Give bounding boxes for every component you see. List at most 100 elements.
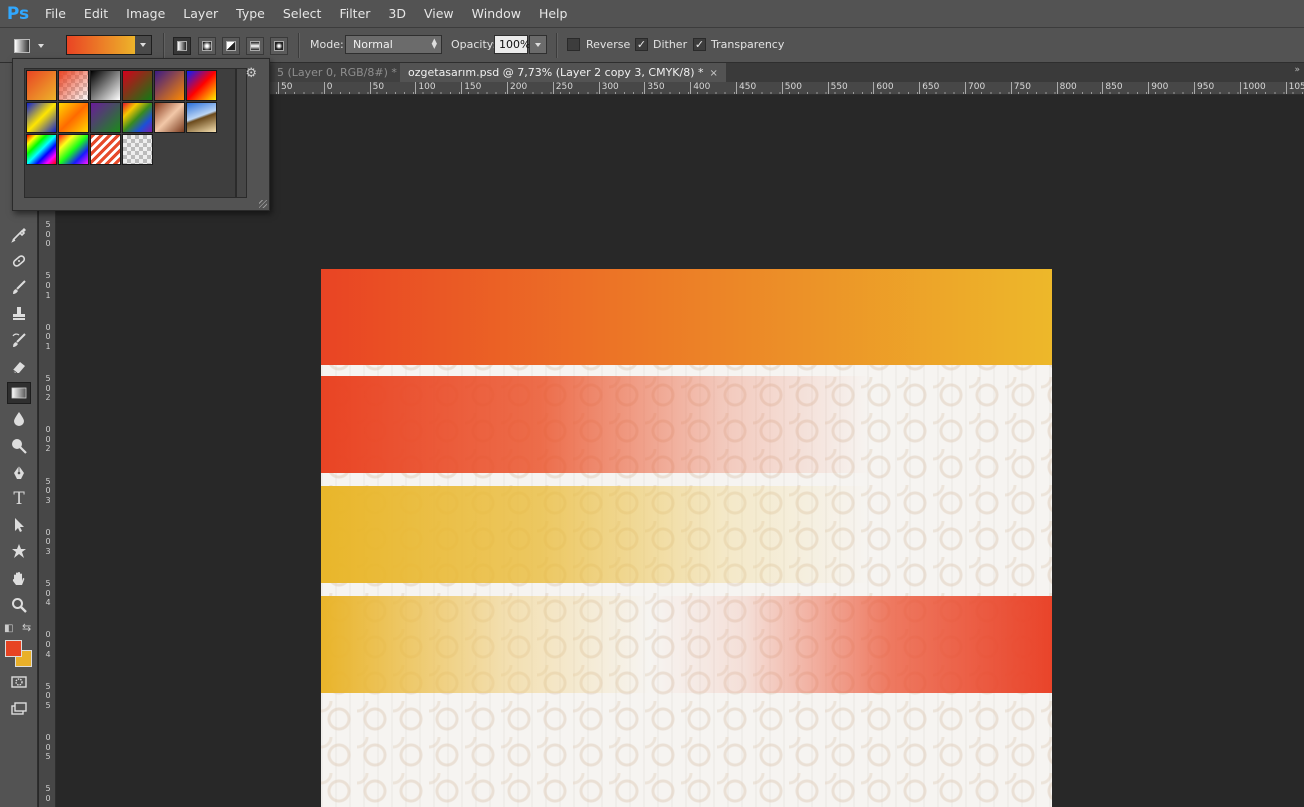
tab-document-1[interactable]: 5 (Layer 0, RGB/8#) *×: [269, 63, 420, 82]
ruler-tick-label: 5: [45, 784, 51, 794]
ruler-tick-label: 1000: [1239, 82, 1266, 94]
linear-gradient-button[interactable]: [173, 37, 191, 55]
chevron-down-icon: [535, 42, 541, 47]
menu-bar: Ps File Edit Image Layer Type Select Fil…: [0, 0, 1304, 28]
tab-label: 5 (Layer 0, RGB/8#) *: [277, 66, 397, 79]
ruler-tick-label: 0: [45, 229, 51, 239]
radial-gradient-button[interactable]: [198, 37, 216, 55]
history-brush-tool-icon: [12, 333, 26, 347]
menu-edit[interactable]: Edit: [75, 0, 117, 28]
ruler-tick-label: 600: [873, 82, 894, 94]
gradient-picker[interactable]: [66, 35, 152, 55]
dither-checkbox[interactable]: ✓: [635, 38, 648, 51]
foreground-color-swatch[interactable]: [5, 640, 22, 657]
gradient-preset-transparent-spectrum[interactable]: [58, 134, 89, 165]
ruler-tick-label: 150: [461, 82, 481, 94]
type-tool-icon: T: [13, 489, 25, 509]
screen-mode-icon: [11, 702, 27, 715]
ruler-tick-label: 2: [45, 444, 51, 454]
dodge-tool[interactable]: [7, 435, 31, 457]
gradient-preset-yellow-orange-yellow[interactable]: [58, 102, 89, 133]
current-gradient-swatch[interactable]: [67, 36, 135, 54]
default-colors-icon[interactable]: ◧: [4, 623, 13, 634]
gradient-preset-black-white[interactable]: [90, 70, 121, 101]
ruler-tick-label: 0: [45, 239, 51, 249]
gear-icon[interactable]: ⚙: [245, 66, 257, 81]
gradient-preset-blue-yellow-blue[interactable]: [26, 102, 57, 133]
tool-preset-picker[interactable]: [14, 36, 58, 55]
gradient-preset-chrome[interactable]: [186, 102, 217, 133]
diamond-gradient-button[interactable]: [270, 37, 288, 55]
reverse-checkbox[interactable]: [567, 38, 580, 51]
history-brush-tool[interactable]: [7, 330, 31, 352]
gradient-preset-violet-orange[interactable]: [154, 70, 185, 101]
ruler-tick-label: 900: [1148, 82, 1168, 94]
custom-shape-tool-icon: [12, 544, 26, 558]
gradient-band-4: [321, 596, 1052, 693]
ruler-tick-label: 5: [45, 700, 51, 710]
gradient-band-2: [321, 376, 1052, 473]
ruler-tick-label: 650: [919, 82, 939, 94]
gradient-preset-checker[interactable]: [122, 134, 153, 165]
ruler-tick-label: 1: [45, 341, 51, 351]
ruler-tick-label: 4: [45, 649, 51, 659]
gradient-preset-transparent-red[interactable]: [58, 70, 89, 101]
menu-window[interactable]: Window: [463, 0, 530, 28]
type-tool[interactable]: T: [7, 488, 31, 510]
gradient-preset-transparent-stripes[interactable]: [90, 134, 121, 165]
resize-grip-icon[interactable]: [259, 200, 267, 208]
presets-scrollbar[interactable]: [236, 68, 247, 198]
opacity-input[interactable]: 100%: [494, 35, 530, 54]
gradient-preset-green-violet[interactable]: [90, 102, 121, 133]
reflected-gradient-button[interactable]: [246, 37, 264, 55]
document-canvas[interactable]: [321, 269, 1052, 807]
gradient-tool[interactable]: [7, 382, 31, 404]
ruler-tick-label: 450: [736, 82, 756, 94]
menu-filter[interactable]: Filter: [330, 0, 379, 28]
menu-help[interactable]: Help: [530, 0, 577, 28]
pen-tool[interactable]: [7, 462, 31, 484]
custom-shape-tool[interactable]: [7, 540, 31, 562]
ruler-tick-label: 300: [598, 82, 619, 94]
tabs-overflow-icon[interactable]: »: [1294, 65, 1300, 75]
ruler-tick-label: 0: [45, 733, 51, 742]
tab-document-2[interactable]: ozgetasarım.psd @ 7,73% (Layer 2 copy 3,…: [400, 63, 726, 82]
gradient-picker-dropdown[interactable]: [135, 36, 151, 54]
opacity-slider-button[interactable]: [529, 35, 547, 54]
eraser-tool[interactable]: [7, 356, 31, 378]
menu-layer[interactable]: Layer: [174, 0, 227, 28]
close-icon[interactable]: ×: [710, 68, 718, 79]
gradient-preset-copper[interactable]: [154, 102, 185, 133]
menu-file[interactable]: File: [36, 0, 75, 28]
brush-tool[interactable]: [7, 277, 31, 299]
ruler-tick-label: 0: [45, 691, 51, 701]
screen-mode-button[interactable]: [7, 698, 31, 720]
menu-image[interactable]: Image: [117, 0, 174, 28]
quick-mask-button[interactable]: [7, 671, 31, 693]
healing-brush-tool[interactable]: [7, 250, 31, 272]
zoom-tool-icon: [12, 598, 27, 613]
checkmark-icon: ✓: [636, 38, 647, 51]
menu-view[interactable]: View: [415, 0, 463, 28]
gradient-preset-orange-yellow[interactable]: [26, 70, 57, 101]
gradient-preset-blue-red-yellow[interactable]: [186, 70, 217, 101]
transparency-checkbox[interactable]: ✓: [693, 38, 706, 51]
menu-type[interactable]: Type: [227, 0, 274, 28]
clone-stamp-tool[interactable]: [7, 303, 31, 325]
gradient-preset-spectrum[interactable]: [26, 134, 57, 165]
blur-tool[interactable]: [7, 408, 31, 430]
gradient-preset-red-green[interactable]: [122, 70, 153, 101]
eyedropper-tool[interactable]: [7, 223, 31, 245]
path-selection-tool[interactable]: [7, 514, 31, 536]
menu-3d[interactable]: 3D: [379, 0, 415, 28]
gradient-preset-transparent-rainbow[interactable]: [122, 102, 153, 133]
ruler-tick-label: 3: [45, 547, 51, 556]
menu-select[interactable]: Select: [274, 0, 331, 28]
mode-select[interactable]: Normal ▲ ▼: [345, 35, 442, 54]
zoom-tool[interactable]: [7, 594, 31, 616]
hand-tool[interactable]: [7, 568, 31, 590]
dither-label: Dither: [653, 38, 688, 51]
angle-gradient-button[interactable]: [222, 37, 240, 55]
swap-colors-icon[interactable]: ⇆: [22, 621, 31, 634]
ruler-tick-label: 400: [690, 82, 710, 94]
